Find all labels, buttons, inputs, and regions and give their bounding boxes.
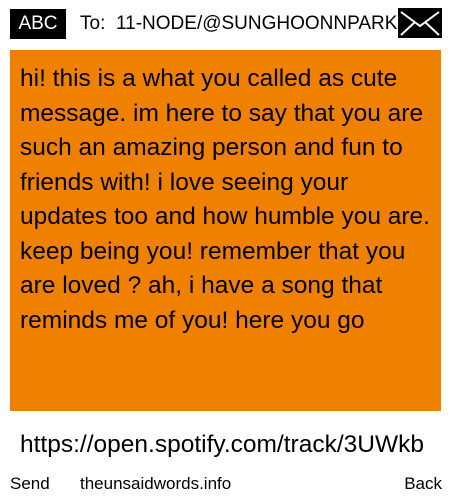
spotify-link[interactable]: https://open.spotify.com/track/3UWkb [20, 428, 450, 462]
softkey-bar: Send theunsaidwords.info Back [0, 470, 450, 500]
header-bar: ABC To: 11-NODE/@SUNGHOONNPARK [0, 0, 450, 46]
back-softkey[interactable]: Back [404, 470, 442, 498]
to-label: To: [80, 13, 106, 34]
envelope-icon [398, 8, 442, 38]
recipient-field[interactable]: 11-NODE/@SUNGHOONNPARK [116, 10, 402, 38]
input-mode-badge: ABC [10, 9, 66, 39]
message-text: hi! this is a what you called as cute me… [20, 65, 430, 334]
site-watermark: theunsaidwords.info [80, 474, 232, 493]
send-softkey[interactable]: Send [10, 470, 50, 498]
message-body-box[interactable]: hi! this is a what you called as cute me… [10, 50, 441, 411]
